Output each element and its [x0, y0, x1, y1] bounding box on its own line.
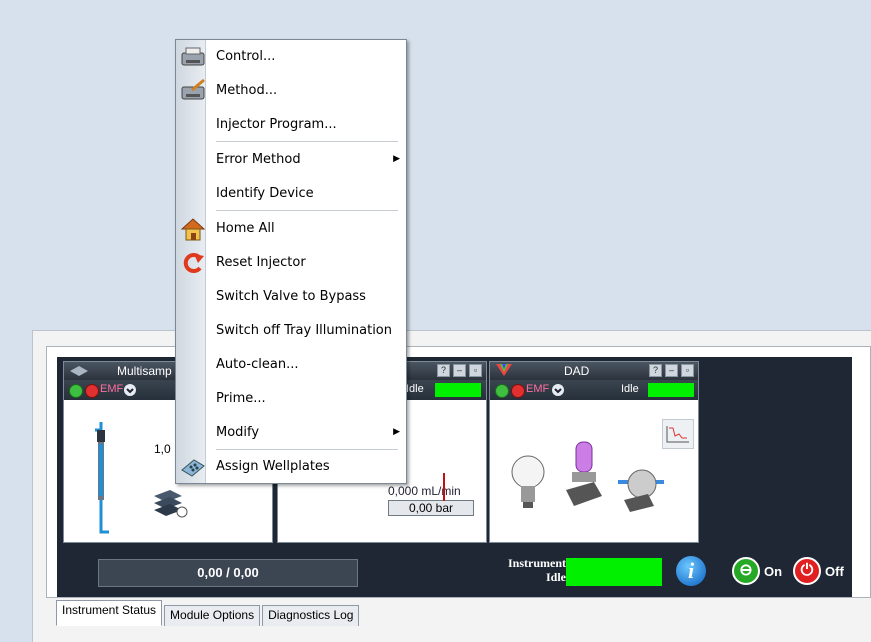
- menu-item-label: Auto-clean...: [216, 357, 299, 372]
- flow-rate: 0,000 mL/min: [388, 484, 461, 498]
- printer-method-icon: [180, 78, 206, 104]
- menu-item-modify[interactable]: Modify ▶: [176, 416, 406, 450]
- pressure-marker: [443, 473, 445, 501]
- instrument-label-line1: Instrument: [507, 556, 566, 570]
- module-title: Multisamp: [117, 364, 172, 378]
- menu-item-label: Identify Device: [216, 186, 314, 201]
- context-menu: Control... Method... Injector Program...…: [175, 39, 407, 484]
- menu-item-injector-program[interactable]: Injector Program...: [176, 108, 406, 142]
- idle-status-bar: [648, 383, 694, 397]
- reset-arrow-icon: [180, 250, 206, 276]
- info-button[interactable]: i: [676, 556, 706, 586]
- maximize-icon[interactable]: ▫: [469, 364, 482, 377]
- instrument-status-label: Instrument Idle: [470, 556, 566, 584]
- menu-separator: [216, 141, 398, 142]
- module-window-controls: ? – ▫: [437, 364, 482, 377]
- menu-item-home-all[interactable]: Home All: [176, 212, 406, 246]
- instrument-status-bar: [566, 558, 662, 586]
- menu-item-control[interactable]: Control...: [176, 40, 406, 74]
- sampler-value: 1,0: [154, 442, 171, 456]
- spectrum-chart-icon[interactable]: [662, 419, 694, 449]
- module-window-controls: ? – ▫: [649, 364, 694, 377]
- menu-item-reset-injector[interactable]: Reset Injector: [176, 246, 406, 280]
- instrument-label-line2: Idle: [545, 570, 566, 584]
- off-dot-icon[interactable]: [85, 384, 99, 398]
- off-dot-icon[interactable]: [511, 384, 525, 398]
- on-button[interactable]: ⊖ On: [732, 557, 782, 585]
- maximize-icon[interactable]: ▫: [681, 364, 694, 377]
- spectrum-icon: [496, 364, 512, 376]
- on-dot-icon[interactable]: [495, 384, 509, 398]
- menu-item-label: Prime...: [216, 391, 266, 406]
- on-dot-icon[interactable]: [69, 384, 83, 398]
- off-button[interactable]: ⏻ Off: [793, 557, 844, 585]
- submenu-arrow-icon: ▶: [393, 153, 400, 163]
- menu-item-label: Home All: [216, 221, 275, 236]
- menu-item-label: Switch Valve to Bypass: [216, 289, 366, 304]
- house-icon: [180, 216, 206, 242]
- menu-item-assign-wellplates[interactable]: Assign Wellplates: [176, 450, 406, 484]
- module-status-row: EMF Idle: [490, 380, 698, 400]
- tab-instrument-status[interactable]: Instrument Status: [56, 600, 163, 626]
- emf-label: EMF: [100, 383, 124, 395]
- menu-item-prime[interactable]: Prime...: [176, 382, 406, 416]
- menu-item-label: Error Method: [216, 152, 301, 167]
- bottom-tabs: Instrument Status Module Options Diagnos…: [56, 600, 361, 626]
- menu-item-auto-clean[interactable]: Auto-clean...: [176, 348, 406, 382]
- help-icon[interactable]: ?: [437, 364, 450, 377]
- menu-item-label: Assign Wellplates: [216, 459, 330, 474]
- minimize-icon[interactable]: –: [665, 364, 678, 377]
- emf-label: EMF: [526, 383, 550, 395]
- module-title: DAD: [564, 364, 590, 378]
- chevron-down-icon[interactable]: [552, 384, 564, 396]
- idle-label: Idle: [621, 383, 639, 395]
- menu-item-label: Injector Program...: [216, 117, 337, 132]
- lamp-bulb-icon: [510, 452, 546, 514]
- idle-status-bar: [435, 383, 481, 397]
- module-header[interactable]: DAD ? – ▫: [490, 362, 698, 380]
- menu-separator: [216, 210, 398, 211]
- progress-display: 0,00 / 0,00: [98, 559, 358, 587]
- module-dad[interactable]: DAD ? – ▫ EMF Idle: [489, 361, 699, 543]
- minimize-icon[interactable]: –: [453, 364, 466, 377]
- idle-label: Idle: [406, 383, 424, 395]
- flow-cell-icon: [618, 466, 664, 512]
- tab-diagnostics-log[interactable]: Diagnostics Log: [262, 605, 360, 626]
- menu-item-label: Control...: [216, 49, 276, 64]
- sampler-head-icon: [70, 365, 88, 376]
- power-off-icon: ⏻: [793, 557, 821, 585]
- tray-stack-icon: [154, 490, 188, 520]
- pressure-value: 0,00 bar: [388, 500, 474, 516]
- menu-item-label: Method...: [216, 83, 278, 98]
- on-label: On: [764, 563, 783, 579]
- menu-item-identify-device[interactable]: Identify Device: [176, 177, 406, 211]
- menu-item-switch-valve[interactable]: Switch Valve to Bypass: [176, 280, 406, 314]
- submenu-arrow-icon: ▶: [393, 426, 400, 436]
- wellplate-icon: [180, 454, 206, 480]
- menu-item-label: Reset Injector: [216, 255, 306, 270]
- menu-item-error-method[interactable]: Error Method ▶: [176, 143, 406, 177]
- menu-item-switch-off-tray-illumination[interactable]: Switch off Tray Illumination: [176, 314, 406, 348]
- help-icon[interactable]: ?: [649, 364, 662, 377]
- off-label: Off: [825, 563, 844, 579]
- tab-module-options[interactable]: Module Options: [164, 605, 261, 626]
- menu-item-label: Switch off Tray Illumination: [216, 323, 393, 338]
- power-on-icon: ⊖: [732, 557, 760, 585]
- menu-item-method[interactable]: Method...: [176, 74, 406, 108]
- printer-control-icon: [180, 44, 206, 70]
- chevron-down-icon[interactable]: [124, 384, 136, 396]
- syringe-needle-icon: [89, 422, 113, 552]
- deuterium-lamp-icon: [564, 440, 604, 516]
- menu-item-label: Modify: [216, 425, 260, 440]
